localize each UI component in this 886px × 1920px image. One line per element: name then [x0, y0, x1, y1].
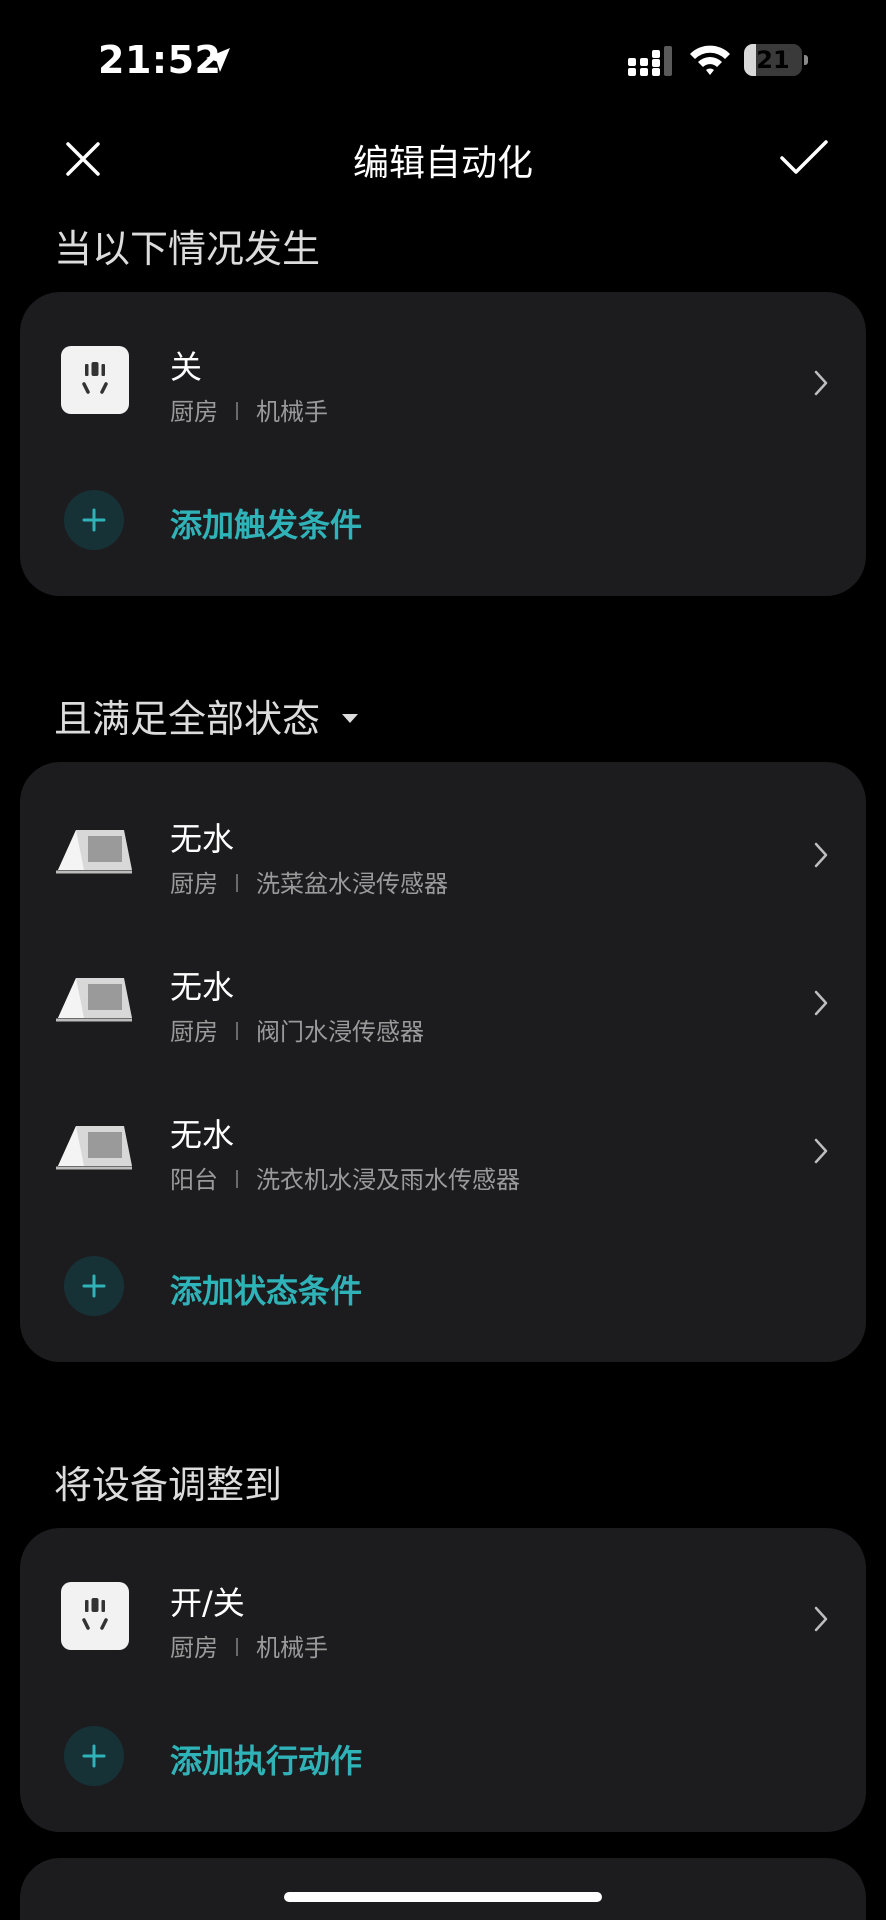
battery-cap	[804, 55, 808, 65]
room-label: 厨房	[170, 870, 218, 898]
chevron-right-icon	[814, 990, 828, 1016]
condition-item-subtitle: 阳台 洗衣机水浸及雨水传感器	[170, 1160, 520, 1195]
device-label: 机械手	[256, 1634, 328, 1662]
room-label: 厨房	[170, 1634, 218, 1662]
plus-icon	[82, 1274, 106, 1298]
location-arrow-icon	[206, 48, 230, 72]
cellular-signal-icon	[628, 46, 672, 76]
separator	[236, 1022, 238, 1040]
wifi-icon	[690, 45, 730, 75]
add-trigger-button[interactable]: 添加触发条件	[20, 490, 866, 570]
next-card	[20, 1858, 866, 1920]
device-label: 洗衣机水浸及雨水传感器	[256, 1166, 520, 1194]
water-sensor-icon	[56, 978, 132, 1022]
add-circle	[64, 490, 124, 550]
condition-item-subtitle: 厨房 阀门水浸传感器	[170, 1012, 424, 1047]
trigger-item-title: 关	[170, 348, 203, 386]
separator	[236, 402, 238, 420]
separator	[236, 874, 238, 892]
chevron-right-icon	[814, 842, 828, 868]
chevron-right-icon	[814, 370, 828, 396]
add-condition-button[interactable]: 添加状态条件	[20, 1256, 866, 1336]
status-bar: 21:52 21	[0, 0, 886, 120]
condition-item-title: 无水	[170, 968, 235, 1006]
page-title: 编辑自动化	[352, 143, 533, 184]
condition-item-title: 无水	[170, 820, 235, 858]
separator	[236, 1638, 238, 1656]
condition-card: 无水 厨房 洗菜盆水浸传感器 无水 厨房 阀门水浸传感器 无水 阳台 洗衣机水浸…	[20, 762, 866, 1362]
device-label: 阀门水浸传感器	[256, 1018, 424, 1046]
plus-icon	[82, 508, 106, 532]
socket-icon	[61, 1582, 129, 1650]
water-sensor-icon	[56, 830, 132, 874]
condition-item-subtitle: 厨房 洗菜盆水浸传感器	[170, 864, 448, 899]
add-circle	[64, 1726, 124, 1786]
action-section-title: 将设备调整到	[54, 1463, 283, 1507]
trigger-item[interactable]: 关 厨房 机械手	[20, 332, 866, 452]
nav-bar: 编辑自动化	[0, 120, 886, 194]
room-label: 厨房	[170, 398, 218, 426]
device-label: 机械手	[256, 398, 328, 426]
add-circle	[64, 1256, 124, 1316]
condition-section-title[interactable]: 且满足全部状态	[54, 688, 359, 743]
device-label: 洗菜盆水浸传感器	[256, 870, 448, 898]
action-item-subtitle: 厨房 机械手	[170, 1628, 328, 1663]
trigger-section-title: 当以下情况发生	[54, 227, 321, 271]
condition-item[interactable]: 无水 阳台 洗衣机水浸及雨水传感器	[20, 1100, 866, 1220]
add-condition-label: 添加状态条件	[170, 1272, 363, 1310]
add-action-label: 添加执行动作	[170, 1742, 363, 1780]
action-item[interactable]: 开/关 厨房 机械手	[20, 1568, 866, 1688]
battery-level: 21	[756, 46, 790, 74]
trigger-item-subtitle: 厨房 机械手	[170, 392, 328, 427]
action-item-title: 开/关	[170, 1584, 245, 1622]
condition-item[interactable]: 无水 厨房 洗菜盆水浸传感器	[20, 804, 866, 924]
battery-indicator: 21	[744, 44, 808, 76]
battery-body: 21	[744, 44, 802, 76]
add-action-button[interactable]: 添加执行动作	[20, 1726, 866, 1806]
checkmark-icon[interactable]	[776, 132, 832, 182]
water-sensor-icon	[56, 1126, 132, 1170]
add-trigger-label: 添加触发条件	[170, 506, 363, 544]
room-label: 厨房	[170, 1018, 218, 1046]
condition-item-title: 无水	[170, 1116, 235, 1154]
chevron-right-icon	[814, 1138, 828, 1164]
automation-edit-screen: 21:52 21 编辑自动化 当以下情况发生 关 厨房 机械手 添加触发条件 且…	[0, 0, 886, 1920]
separator	[236, 1170, 238, 1188]
plus-icon	[82, 1744, 106, 1768]
action-card: 开/关 厨房 机械手 添加执行动作	[20, 1528, 866, 1832]
socket-icon	[61, 346, 129, 414]
room-label: 阳台	[170, 1166, 218, 1194]
trigger-card: 关 厨房 机械手 添加触发条件	[20, 292, 866, 596]
condition-item[interactable]: 无水 厨房 阀门水浸传感器	[20, 952, 866, 1072]
caret-down-icon	[342, 714, 359, 723]
condition-section-label: 且满足全部状态	[54, 697, 321, 741]
chevron-right-icon	[814, 1606, 828, 1632]
home-indicator[interactable]	[284, 1892, 602, 1902]
